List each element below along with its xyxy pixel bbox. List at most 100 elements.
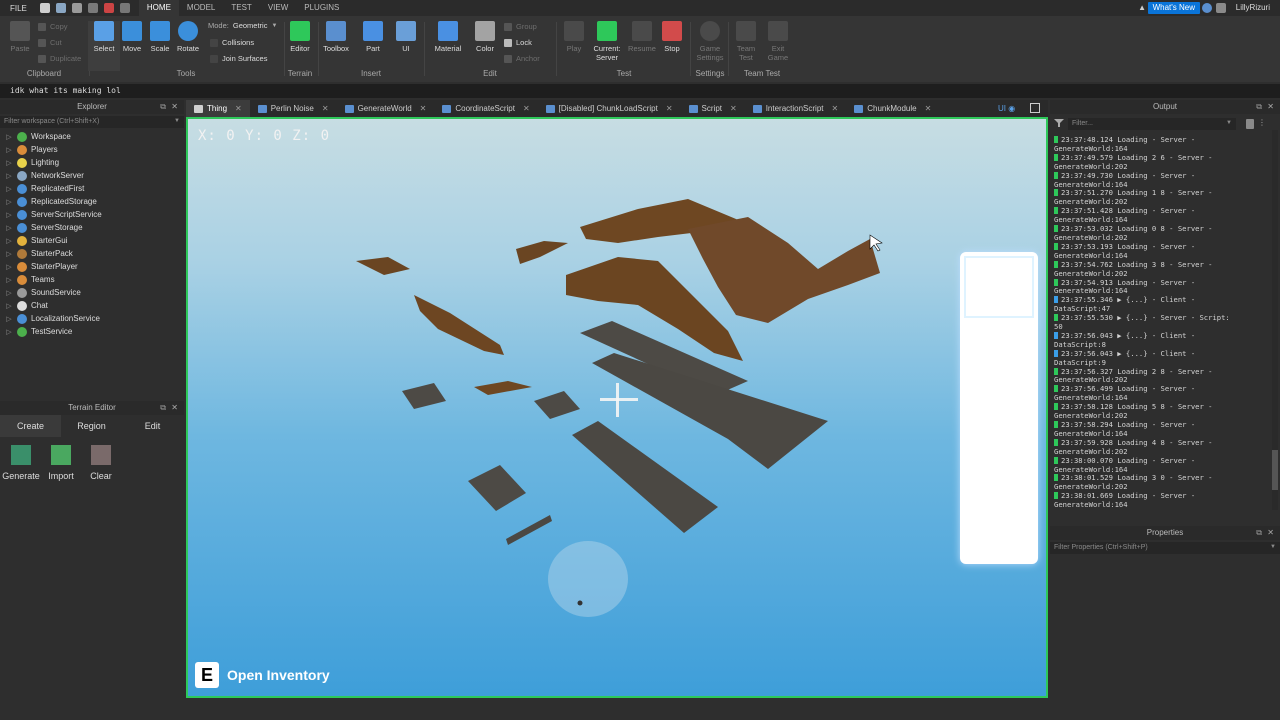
explorer-item[interactable]: ▷ NetworkServer: [0, 169, 184, 182]
close-tab-icon[interactable]: ✕: [420, 100, 427, 117]
explorer-item[interactable]: ▷ ServerScriptService: [0, 208, 184, 221]
toolbox-button[interactable]: Toolbox: [320, 21, 352, 53]
expand-arrow-icon[interactable]: ▷: [4, 172, 14, 180]
expand-arrow-icon[interactable]: ▷: [4, 276, 14, 284]
explorer-item[interactable]: ▷ SoundService: [0, 286, 184, 299]
explorer-item[interactable]: ▷ ReplicatedStorage: [0, 195, 184, 208]
tab-test[interactable]: TEST: [223, 0, 259, 16]
tab-plugins[interactable]: PLUGINS: [296, 0, 347, 16]
dock-icon[interactable]: ⧉: [160, 100, 166, 114]
clear-button[interactable]: Clear: [80, 445, 122, 481]
save-icon[interactable]: [71, 3, 82, 13]
part-button[interactable]: Part: [357, 21, 389, 53]
expand-arrow-icon[interactable]: ▷: [4, 250, 14, 258]
explorer-item[interactable]: ▷ ServerStorage: [0, 221, 184, 234]
explorer-item[interactable]: ▷ LocalizationService: [0, 312, 184, 325]
collapse-ribbon-icon[interactable]: ▲: [1138, 3, 1146, 12]
expand-arrow-icon[interactable]: ▷: [4, 185, 14, 193]
explorer-item[interactable]: ▷ Lighting: [0, 156, 184, 169]
command-bar-text[interactable]: idk what its making lol: [10, 86, 121, 95]
rotate-button[interactable]: Rotate: [172, 21, 204, 53]
import-button[interactable]: Import: [40, 445, 82, 481]
cut-button[interactable]: Cut: [38, 38, 62, 47]
document-tab[interactable]: Thing ✕: [186, 100, 250, 117]
tab-view[interactable]: VIEW: [260, 0, 296, 16]
open-inventory-hint[interactable]: E Open Inventory: [195, 662, 330, 688]
document-tab[interactable]: GenerateWorld ✕: [337, 100, 435, 117]
expand-arrow-icon[interactable]: ▷: [4, 133, 14, 141]
explorer-item[interactable]: ▷ Workspace: [0, 130, 184, 143]
game-viewport[interactable]: X: 0 Y: 0 Z: 0 E Open Inventory: [186, 117, 1048, 698]
expand-arrow-icon[interactable]: ▷: [4, 146, 14, 154]
exit-game-button[interactable]: Exit Game: [762, 21, 794, 62]
tab-create[interactable]: Create: [0, 415, 61, 437]
expand-arrow-icon[interactable]: ▷: [4, 302, 14, 310]
resume-button[interactable]: Resume: [626, 21, 658, 53]
close-tab-icon[interactable]: ✕: [322, 100, 329, 117]
copy-button[interactable]: Copy: [38, 22, 68, 31]
file-menu[interactable]: FILE: [0, 4, 37, 13]
explorer-item[interactable]: ▷ Chat: [0, 299, 184, 312]
expand-arrow-icon[interactable]: ▷: [4, 237, 14, 245]
ui-button[interactable]: UI: [390, 21, 422, 53]
expand-arrow-icon[interactable]: ▷: [4, 159, 14, 167]
color-button[interactable]: Color: [469, 21, 501, 53]
help-icon[interactable]: [1202, 3, 1212, 13]
close-tab-icon[interactable]: ✕: [730, 100, 737, 117]
new-file-icon[interactable]: [39, 3, 50, 13]
duplicate-button[interactable]: Duplicate: [38, 54, 81, 63]
expand-arrow-icon[interactable]: ▷: [4, 211, 14, 219]
expand-arrow-icon[interactable]: ▷: [4, 198, 14, 206]
side-panel[interactable]: [960, 252, 1038, 564]
paste-button[interactable]: Paste: [4, 21, 36, 53]
mode-dropdown[interactable]: Mode: Geometric ▼: [208, 21, 277, 30]
tab-model[interactable]: MODEL: [179, 0, 223, 16]
close-tab-icon[interactable]: ✕: [832, 100, 839, 117]
generate-button[interactable]: Generate: [0, 445, 42, 481]
expand-arrow-icon[interactable]: ▷: [4, 289, 14, 297]
collisions-toggle[interactable]: Collisions: [210, 38, 254, 47]
chevron-down-icon[interactable]: ▼: [174, 118, 180, 124]
tab-edit[interactable]: Edit: [122, 421, 183, 431]
expand-arrow-icon[interactable]: ▷: [4, 224, 14, 232]
lock-button[interactable]: Lock: [504, 38, 532, 47]
join-surfaces-toggle[interactable]: Join Surfaces: [210, 54, 267, 63]
explorer-item[interactable]: ▷ Players: [0, 143, 184, 156]
close-icon[interactable]: ✕: [171, 401, 178, 415]
dock-icon[interactable]: ⧉: [1256, 526, 1262, 540]
output-scrollbar[interactable]: [1272, 130, 1278, 510]
maximize-icon[interactable]: [1030, 103, 1040, 113]
expand-arrow-icon[interactable]: ▷: [4, 263, 14, 271]
play-button[interactable]: Play: [558, 21, 590, 53]
close-tab-icon[interactable]: ✕: [666, 100, 673, 117]
ui-visibility-toggle[interactable]: UI ◉: [998, 104, 1015, 113]
open-file-icon[interactable]: [55, 3, 66, 13]
undo-icon[interactable]: [119, 3, 130, 13]
anchor-button[interactable]: Anchor: [504, 54, 540, 63]
document-tab[interactable]: Perlin Noise ✕: [250, 100, 337, 117]
terrain-editor-button[interactable]: Editor: [284, 21, 316, 53]
dock-icon[interactable]: ⧉: [1256, 100, 1262, 114]
game-settings-button[interactable]: Game Settings: [694, 21, 726, 62]
group-button[interactable]: Group: [504, 22, 537, 31]
explorer-item[interactable]: ▷ TestService: [0, 325, 184, 338]
expand-arrow-icon[interactable]: ▷: [4, 328, 14, 336]
current-server-button[interactable]: Current: Server: [590, 21, 624, 62]
dock-icon[interactable]: ⧉: [160, 401, 166, 415]
close-tab-icon[interactable]: ✕: [523, 100, 530, 117]
tab-region[interactable]: Region: [61, 421, 122, 431]
share-icon[interactable]: [1216, 3, 1226, 13]
team-test-button[interactable]: Team Test: [730, 21, 762, 62]
command-bar[interactable]: idk what its making lol: [0, 84, 1280, 98]
close-tab-icon[interactable]: ✕: [925, 100, 932, 117]
document-tab[interactable]: [Disabled] ChunkLoadScript ✕: [538, 100, 681, 117]
expand-arrow-icon[interactable]: ▷: [4, 315, 14, 323]
explorer-filter-input[interactable]: Filter workspace (Ctrl+Shift+X) ▼: [0, 116, 184, 128]
explorer-item[interactable]: ▷ StarterPack: [0, 247, 184, 260]
play-icon[interactable]: [87, 3, 98, 13]
document-tab[interactable]: CoordinateScript ✕: [434, 100, 537, 117]
explorer-item[interactable]: ▷ ReplicatedFirst: [0, 182, 184, 195]
properties-filter-input[interactable]: Filter Properties (Ctrl+Shift+P) ▼: [1050, 542, 1280, 554]
close-icon[interactable]: ✕: [1267, 100, 1274, 114]
close-icon[interactable]: ✕: [171, 100, 178, 114]
